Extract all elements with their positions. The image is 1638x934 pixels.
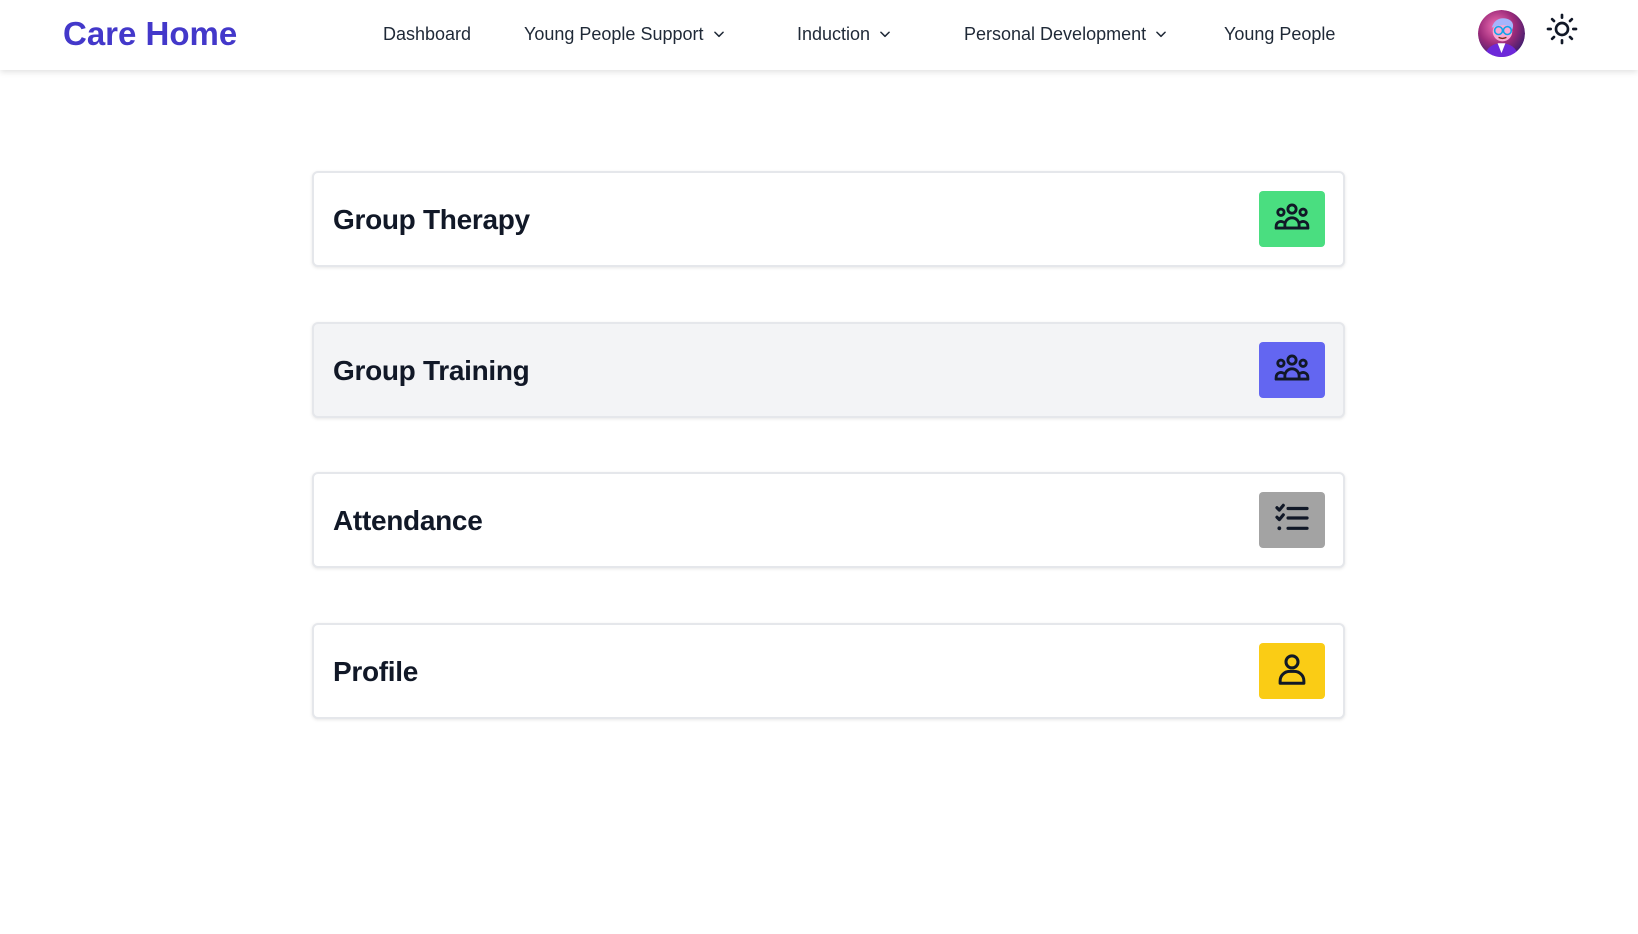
nav-item-induction[interactable]: Induction <box>797 21 892 47</box>
chevron-down-icon <box>878 27 892 41</box>
user-icon <box>1273 650 1311 693</box>
card-icon-badge <box>1259 191 1325 247</box>
users-group-icon <box>1273 349 1311 392</box>
chevron-down-icon <box>712 27 726 41</box>
card-profile[interactable]: Profile <box>312 623 1345 719</box>
user-avatar[interactable] <box>1478 10 1525 57</box>
card-group-therapy[interactable]: Group Therapy <box>312 171 1345 267</box>
nav-item-young-people-support[interactable]: Young People Support <box>524 21 726 47</box>
nav-item-label: Induction <box>797 24 871 44</box>
card-attendance[interactable]: Attendance <box>312 472 1345 568</box>
card-title: Group Training <box>333 355 530 386</box>
nav-item-dashboard[interactable]: Dashboard <box>383 21 471 47</box>
card-title: Group Therapy <box>333 204 530 235</box>
nav-item-young-people[interactable]: Young People <box>1224 21 1335 47</box>
nav-item-label: Young People Support <box>524 24 704 44</box>
sun-icon <box>1546 13 1578 50</box>
brand-logo[interactable]: Care Home <box>63 14 237 54</box>
checklist-icon <box>1273 499 1311 542</box>
card-icon-badge <box>1259 643 1325 699</box>
nav-item-label: Dashboard <box>383 24 472 44</box>
nav-item-label: Personal Development <box>964 24 1147 44</box>
nav-item-label: Young People <box>1224 24 1336 44</box>
card-group-training[interactable]: Group Training <box>312 322 1345 418</box>
users-group-icon <box>1273 198 1311 241</box>
nav-item-personal-development[interactable]: Personal Development <box>964 21 1168 47</box>
theme-toggle-button[interactable] <box>1545 13 1579 50</box>
card-title: Profile <box>333 656 419 687</box>
chevron-down-icon <box>1154 27 1168 41</box>
card-icon-badge <box>1259 492 1325 548</box>
top-navbar: Care Home Dashboard Young People Support… <box>0 0 1638 70</box>
card-icon-badge <box>1259 342 1325 398</box>
card-title: Attendance <box>333 505 483 536</box>
